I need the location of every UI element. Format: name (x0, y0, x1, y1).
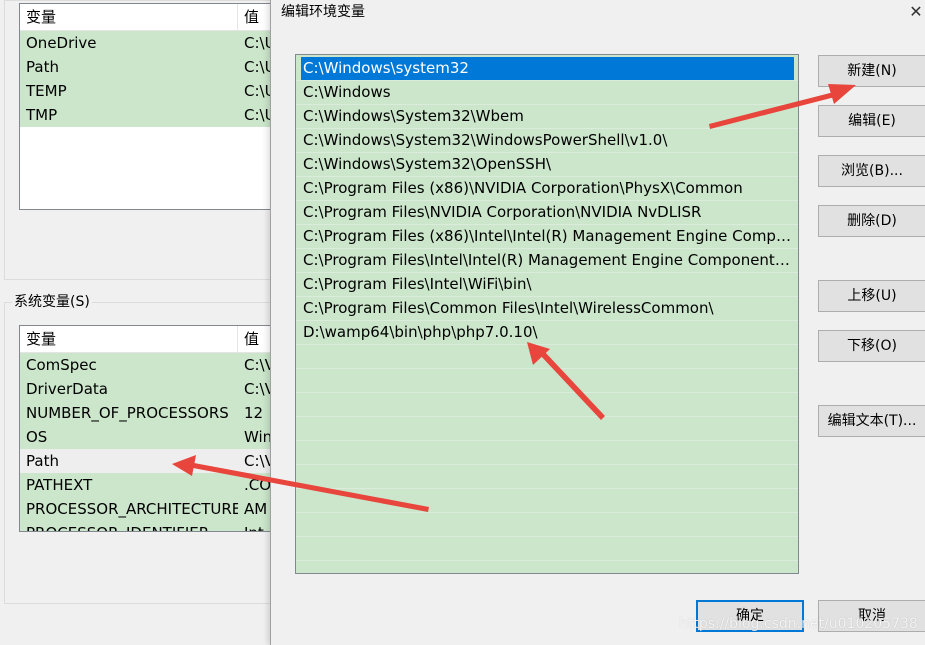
variable-name: PROCESSOR_ARCHITECTURE (26, 500, 238, 518)
edit-text-button[interactable]: 编辑文本(T)... (818, 405, 925, 437)
edit-button[interactable]: 编辑(E) (818, 105, 925, 137)
variable-name: ComSpec (26, 356, 97, 374)
path-entry[interactable]: C:\Windows\System32\OpenSSH\ (301, 153, 794, 176)
path-entry[interactable]: C:\Windows\System32\WindowsPowerShell\v1… (301, 129, 794, 152)
new-button[interactable]: 新建(N) (818, 55, 925, 87)
variable-value: AM (244, 500, 268, 518)
column-header-variable[interactable]: 变量 (20, 326, 238, 352)
system-variables-label: 系统变量(S) (12, 292, 92, 312)
column-header-value[interactable]: 值 (238, 4, 259, 30)
variable-name: Path (26, 58, 59, 76)
variable-name: PATHEXT (26, 476, 93, 494)
dialog-title: 编辑环境变量 (281, 4, 365, 20)
variable-name: TEMP (26, 82, 67, 100)
variable-value: Int (238, 521, 264, 531)
move-down-button[interactable]: 下移(O) (818, 330, 925, 362)
path-entry[interactable]: C:\Program Files\Intel\WiFi\bin\ (301, 273, 794, 296)
variable-value: 12 (244, 404, 264, 422)
list-gridline (296, 416, 798, 417)
path-entry[interactable]: C:\Program Files (x86)\Intel\Intel(R) Ma… (301, 225, 794, 248)
variable-name: OneDrive (26, 34, 97, 52)
variable-name: NUMBER_OF_PROCESSORS (26, 404, 229, 422)
path-entry[interactable]: C:\Program Files (x86)\NVIDIA Corporatio… (301, 177, 794, 200)
column-header-value[interactable]: 值 (238, 326, 259, 352)
list-gridline (296, 368, 798, 369)
list-gridline (296, 512, 798, 513)
list-gridline (296, 440, 798, 441)
variable-value: Win (244, 428, 273, 446)
list-gridline (296, 560, 798, 561)
list-gridline (296, 536, 798, 537)
close-icon[interactable]: ✕ (908, 0, 924, 24)
column-header-variable[interactable]: 变量 (20, 4, 238, 30)
path-list[interactable]: C:\Windows\system32 C:\Windows C:\Windows\… (295, 54, 799, 574)
list-gridline (296, 392, 798, 393)
list-gridline (296, 488, 798, 489)
watermark: https://blog.csdn.net/u010205738 (679, 616, 918, 632)
path-entry[interactable]: C:\Windows\system32 (301, 57, 794, 80)
variable-value: .CO (244, 476, 272, 494)
path-entry[interactable]: C:\Program Files\Common Files\Intel\Wire… (301, 297, 794, 320)
edit-environment-variable-dialog: 编辑环境变量 ✕ C:\Windows\system32 C:\Windows C:… (270, 0, 925, 645)
browse-button[interactable]: 浏览(B)... (818, 155, 925, 187)
path-entry[interactable]: C:\Windows\System32\Wbem (301, 105, 794, 128)
list-gridline (296, 464, 798, 465)
path-entry[interactable]: C:\Program Files\NVIDIA Corporation\NVID… (301, 201, 794, 224)
path-entry[interactable]: D:\wamp64\bin\php\php7.0.10\ (301, 321, 794, 344)
variable-name: TMP (26, 106, 58, 124)
list-gridline (296, 344, 798, 345)
path-entry[interactable]: C:\Windows (301, 81, 794, 104)
variable-name: Path (26, 452, 59, 470)
move-up-button[interactable]: 上移(U) (818, 280, 925, 312)
variable-name: DriverData (26, 380, 108, 398)
variable-name: OS (26, 428, 48, 446)
path-entry[interactable]: C:\Program Files\Intel\Intel(R) Manageme… (301, 249, 794, 272)
variable-name: PROCESSOR_IDENTIFIER (20, 521, 238, 531)
delete-button[interactable]: 删除(D) (818, 205, 925, 237)
